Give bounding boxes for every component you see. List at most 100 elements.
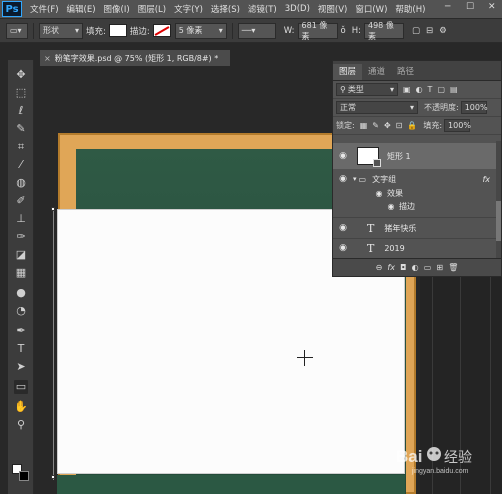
vector-mask-icon: [373, 159, 381, 167]
transform-handle[interactable]: [51, 475, 55, 479]
width-value: 681 像素: [301, 20, 328, 41]
options-bar: ▭▾ 形状 ▾ 填充: 描边: 5 像素 ▾ ──▾ W: 681 像素 ǒ H…: [0, 18, 502, 43]
add-mask-icon[interactable]: ◘: [400, 263, 406, 272]
move-tool-icon[interactable]: ✥: [14, 68, 28, 82]
layer-name: 2019: [384, 243, 405, 253]
eraser-tool-icon[interactable]: ◪: [14, 248, 28, 262]
menu-3d[interactable]: 3D(D): [285, 4, 310, 14]
quick-select-tool-icon[interactable]: ✎: [14, 122, 28, 136]
fill-swatch[interactable]: [108, 24, 127, 37]
type-filter-icon[interactable]: T: [428, 85, 433, 94]
menu-view[interactable]: 视图(V): [318, 3, 347, 15]
stroke-label: 描边:: [129, 26, 150, 37]
search-icon: ⚲: [340, 85, 346, 94]
blur-tool-icon[interactable]: ●: [14, 286, 28, 300]
eyedropper-tool-icon[interactable]: ⁄: [14, 158, 28, 172]
minimize-button[interactable]: ─: [445, 2, 450, 12]
brush-tool-icon[interactable]: ✐: [14, 194, 28, 208]
new-group-icon[interactable]: ▭: [424, 263, 432, 272]
history-brush-tool-icon[interactable]: ✑: [14, 230, 28, 244]
path-select-tool-icon[interactable]: ➤: [14, 360, 28, 374]
eye-icon[interactable]: ◉: [337, 151, 349, 161]
hand-tool-icon[interactable]: ✋: [14, 400, 28, 414]
eye-icon[interactable]: ◉: [337, 223, 349, 233]
blend-mode-select[interactable]: 正常 ▾: [336, 101, 418, 114]
baidu-watermark: Bai 经验 jingyan.baidu.com: [390, 440, 502, 476]
fill-field[interactable]: 100%: [444, 119, 471, 132]
crop-tool-icon[interactable]: ⌗: [14, 140, 28, 154]
lasso-tool-icon[interactable]: ℓ: [14, 104, 28, 118]
filter-kind-select[interactable]: ⚲ 类型 ▾: [336, 83, 398, 96]
close-tab-icon[interactable]: ×: [44, 54, 51, 63]
tab-paths[interactable]: 路径: [391, 64, 420, 80]
tool-mode-value: 形状: [43, 26, 59, 35]
clone-stamp-tool-icon[interactable]: ⊥: [14, 212, 28, 226]
smart-object-filter-icon[interactable]: ▤: [450, 85, 458, 94]
eye-icon[interactable]: ◉: [373, 189, 385, 198]
marquee-tool-icon[interactable]: ⬚: [14, 86, 28, 100]
maximize-button[interactable]: ☐: [466, 2, 474, 12]
eye-icon[interactable]: ◉: [337, 243, 349, 253]
menu-edit[interactable]: 编辑(E): [67, 3, 96, 15]
height-field[interactable]: 498 像素: [364, 21, 404, 41]
shape-filter-icon[interactable]: ▢: [437, 85, 445, 94]
layer-effect-stroke-row[interactable]: ◉ 描边: [333, 200, 498, 213]
healing-tool-icon[interactable]: ◍: [14, 176, 28, 190]
path-alignment-icon[interactable]: ⊟: [426, 26, 433, 36]
tool-mode-select[interactable]: 形状 ▾: [39, 22, 83, 39]
lock-all-icon[interactable]: 🔒: [407, 121, 417, 130]
tab-channels[interactable]: 通道: [362, 64, 391, 80]
menu-layer[interactable]: 图层(L): [138, 3, 166, 15]
type-tool-icon[interactable]: T: [14, 342, 28, 356]
menu-file[interactable]: 文件(F): [30, 3, 59, 15]
adjustment-layer-icon[interactable]: ◐: [412, 263, 419, 272]
background-color-swatch[interactable]: [19, 471, 29, 481]
zoom-tool-icon[interactable]: ⚲: [14, 418, 28, 432]
tab-layers[interactable]: 图层: [333, 64, 363, 80]
settings-icon[interactable]: ⚙: [439, 26, 447, 36]
stroke-width-select[interactable]: 5 像素 ▾: [174, 22, 227, 39]
menu-window[interactable]: 窗口(W): [355, 3, 387, 15]
stroke-type-select[interactable]: ──▾: [237, 22, 276, 39]
stroke-swatch[interactable]: [152, 24, 171, 37]
menu-help[interactable]: 帮助(H): [395, 3, 425, 15]
link-icon[interactable]: ǒ: [341, 26, 346, 36]
menu-type[interactable]: 文字(Y): [174, 3, 203, 15]
blend-mode-value: 正常: [340, 103, 356, 112]
transform-handle[interactable]: [51, 207, 55, 211]
layer-row-group[interactable]: ◉ ▾ ▭ 文字组 fx: [333, 171, 498, 187]
fx-icon[interactable]: fx: [387, 263, 395, 272]
close-window-button[interactable]: ✕: [488, 2, 496, 12]
gradient-tool-icon[interactable]: ▦: [14, 266, 28, 280]
eye-icon[interactable]: ◉: [337, 174, 349, 184]
document-tab[interactable]: × 粉笔字效果.psd @ 75% (矩形 1, RGB/8#) *: [40, 50, 230, 66]
width-field[interactable]: 681 像素: [297, 20, 338, 41]
menu-filter[interactable]: 滤镜(T): [248, 3, 277, 15]
eye-icon[interactable]: ◉: [385, 202, 397, 211]
chevron-down-icon[interactable]: ▾: [353, 175, 357, 183]
menu-select[interactable]: 选择(S): [211, 3, 240, 15]
lock-position-icon[interactable]: ✥: [384, 121, 391, 130]
layer-row-rectangle[interactable]: ◉ 矩形 1: [333, 143, 498, 169]
link-layers-icon[interactable]: ⊖: [376, 263, 383, 272]
image-filter-icon[interactable]: ▣: [403, 85, 411, 94]
delete-layer-icon[interactable]: 🗑: [448, 263, 458, 272]
layer-row-text[interactable]: ◉ T 2019: [333, 241, 498, 255]
pen-tool-icon[interactable]: ✒: [14, 324, 28, 338]
menu-image[interactable]: 图像(I): [104, 3, 130, 15]
layer-effects-row[interactable]: ◉ 效果: [333, 187, 498, 200]
fx-icon[interactable]: fx: [482, 175, 490, 184]
layer-row-text[interactable]: ◉ T 猪年快乐: [333, 217, 498, 239]
opacity-field[interactable]: 100%: [460, 101, 488, 114]
new-layer-icon[interactable]: ⊞: [436, 263, 443, 272]
panel-scroll-thumb[interactable]: [496, 201, 501, 241]
rectangle-tool-icon[interactable]: ▭: [14, 380, 28, 394]
dodge-tool-icon[interactable]: ◔: [14, 304, 28, 318]
lock-transparent-icon[interactable]: ▦: [360, 121, 368, 130]
lock-artboard-icon[interactable]: ⊡: [396, 121, 403, 130]
adjustment-filter-icon[interactable]: ◐: [416, 85, 423, 94]
lock-paint-icon[interactable]: ✎: [372, 121, 379, 130]
tool-preset-picker[interactable]: ▭▾: [6, 22, 28, 39]
path-operations-icon[interactable]: ▢: [412, 26, 420, 36]
effects-label: 效果: [387, 189, 403, 198]
